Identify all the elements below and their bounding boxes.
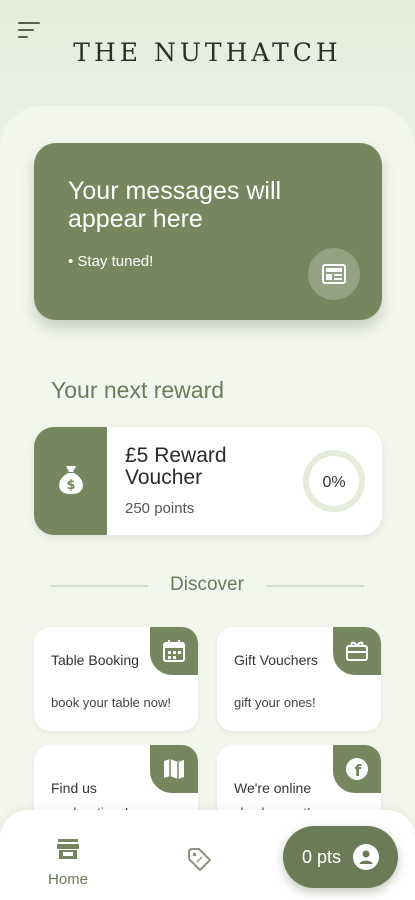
newspaper-icon	[308, 248, 360, 300]
reward-card[interactable]: $ £5 Reward Voucher 250 points 0%	[34, 427, 382, 535]
discover-card-title: Gift Vouchers	[234, 652, 319, 668]
points-label: 0 pts	[301, 846, 342, 867]
calendar-icon	[150, 627, 198, 675]
money-bag-icon: $	[56, 463, 86, 500]
reward-points: 250 points	[125, 500, 195, 517]
discover-card-subtitle: book your table now!	[51, 695, 171, 710]
menu-icon	[18, 22, 40, 24]
account-icon	[353, 844, 380, 870]
divider	[266, 585, 364, 587]
messages-card: Your messages will appear here • Stay tu…	[34, 143, 382, 320]
gift-card-icon	[333, 627, 381, 675]
app-brand: THE NUTHATCH	[73, 38, 342, 67]
reward-progress-ring: 0%	[301, 448, 367, 514]
reward-heading: Your next reward	[51, 377, 225, 403]
reward-icon-panel: $	[34, 427, 107, 535]
reward-name: £5 Reward Voucher	[125, 444, 227, 489]
facebook-icon: f	[333, 745, 381, 793]
discover-card-title: Find us	[51, 780, 97, 796]
nav-home[interactable]: Home	[40, 838, 96, 888]
messages-title: Your messages will appear here	[68, 177, 282, 233]
svg-text:$: $	[66, 478, 75, 493]
discover-header: Discover	[50, 574, 364, 598]
discover-card-title: Table Booking	[51, 652, 139, 668]
discover-card-gift-vouchers[interactable]: Gift Vouchers gift your ones!	[217, 627, 381, 731]
store-icon	[56, 839, 80, 864]
reward-progress-label: 0%	[322, 474, 345, 491]
points-button[interactable]: 0 pts	[283, 826, 398, 888]
discover-card-title: We're online	[234, 780, 312, 796]
svg-text:f: f	[355, 761, 363, 780]
tag-icon	[186, 848, 212, 876]
nav-offers[interactable]	[186, 846, 212, 877]
discover-card-subtitle: gift your ones!	[234, 695, 316, 710]
map-icon	[150, 745, 198, 793]
nav-home-label: Home	[47, 871, 88, 888]
discover-card-table-booking[interactable]: Table Booking book your table now!	[34, 627, 198, 731]
menu-button[interactable]	[18, 20, 42, 40]
messages-bullet: • Stay tuned!	[68, 253, 154, 270]
